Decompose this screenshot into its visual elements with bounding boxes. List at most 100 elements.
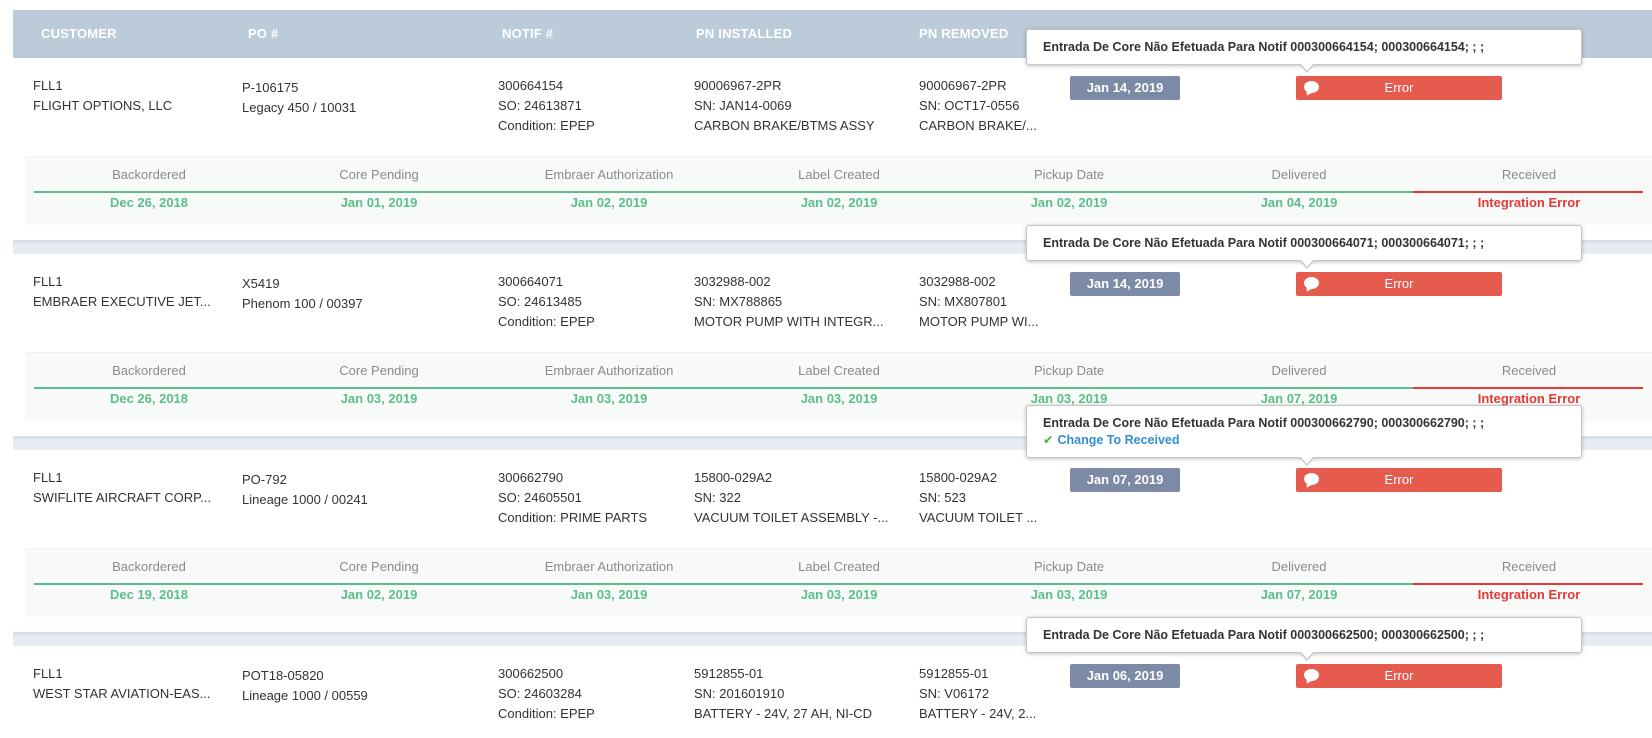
tooltip-message: Entrada De Core Não Efetuada Para Notif … [1043,416,1485,430]
customer-cell: FLL1 WEST STAR AVIATION-EAS... [33,664,223,704]
tooltip-message: Entrada De Core Não Efetuada Para Notif … [1043,236,1485,250]
notif-cell: 300664071 SO: 24613485 Condition: EPEP [498,272,683,332]
table-row[interactable]: FLL1 FLIGHT OPTIONS, LLC P-106175 Legacy 45… [0,58,1652,150]
installed-description: CARBON BRAKE/BTMS ASSY [694,118,875,133]
stage-date: Jan 03, 2019 [800,587,878,602]
stage-date: Dec 26, 2018 [109,391,189,406]
date-badge: Jan 14, 2019 [1070,272,1180,296]
table-row[interactable]: FLL1 EMBRAER EXECUTIVE JET... X5419 Phenom … [0,254,1652,346]
stage-date: Jan 03, 2019 [570,391,648,406]
timeline-track-complete [34,387,1413,389]
customer-code: FLL1 [33,470,63,485]
stage-label: Pickup Date [1033,559,1105,574]
po-cell: P-106175 Legacy 450 / 10031 [242,78,472,118]
column-header-pn-installed[interactable]: PN INSTALLED [696,10,792,58]
notif-number[interactable]: 300662790 [498,468,683,488]
stage-date: Jan 03, 2019 [570,587,648,602]
table-row[interactable]: FLL1 WEST STAR AVIATION-EAS... POT18-05820… [0,646,1652,738]
error-status-label: Error [1384,472,1414,487]
date-badge: Jan 07, 2019 [1070,468,1180,492]
customer-code: FLL1 [33,274,63,289]
comment-icon [1304,277,1319,289]
date-badge: Jan 06, 2019 [1070,664,1180,688]
installed-serial-number: SN: 322 [694,490,741,505]
timeline-track-error [1413,583,1643,585]
error-status-button[interactable]: Error [1296,468,1502,492]
error-status-button[interactable]: Error [1296,664,1502,688]
comment-icon [1304,473,1319,485]
error-status-button[interactable]: Error [1296,76,1502,100]
removed-description: BATTERY - 24V, 2... [919,706,1037,721]
timeline-track-error [1413,387,1643,389]
po-cell: X5419 Phenom 100 / 00397 [242,274,472,314]
stage-label: Label Created [798,363,880,378]
stage-label: Backordered [112,363,186,378]
installed-description: VACUUM TOILET ASSEMBLY -... [694,510,889,525]
removed-description: MOTOR PUMP WI... [919,314,1039,329]
sales-order: SO: 24603284 [498,686,582,701]
timeline-track-complete [34,583,1413,585]
stage-label: Backordered [112,167,186,182]
po-number[interactable]: X5419 [242,274,472,294]
error-status-label: Error [1384,276,1414,291]
column-header-customer[interactable]: CUSTOMER [41,10,117,58]
notif-number[interactable]: 300662500 [498,664,683,684]
po-number[interactable]: PO-792 [242,470,472,490]
table-row[interactable]: FLL1 SWIFLITE AIRCRAFT CORP... PO-792 Linea… [0,450,1652,542]
removed-part-number: 5912855-01 [919,666,989,681]
notif-cell: 300662500 SO: 24603284 Condition: EPEP [498,664,683,724]
stage-label: Core Pending [339,167,419,182]
notif-number[interactable]: 300664154 [498,76,683,96]
removed-serial-number: SN: OCT17-0556 [919,98,1020,113]
installed-part-number: 15800-029A2 [694,470,773,485]
customer-name: EMBRAER EXECUTIVE JET... [33,294,211,309]
error-status-button[interactable]: Error [1296,272,1502,296]
condition: Condition: EPEP [498,706,595,721]
tooltip-arrow [1299,456,1315,466]
notif-number[interactable]: 300664071 [498,272,683,292]
installed-part-number: 3032988-002 [694,274,771,289]
stage-date: Integration Error [1477,587,1581,602]
removed-serial-number: SN: MX807801 [919,294,1008,309]
customer-name: FLIGHT OPTIONS, LLC [33,98,173,113]
stage-date: Jan 02, 2019 [800,195,878,210]
customer-cell: FLL1 EMBRAER EXECUTIVE JET... [33,272,223,312]
stage-date: Jan 03, 2019 [1030,391,1108,406]
stage-label: Core Pending [339,559,419,574]
stage-label: Received [1501,559,1557,574]
po-number[interactable]: P-106175 [242,78,472,98]
removed-description: CARBON BRAKE/... [919,118,1037,133]
tooltip-arrow [1299,259,1315,269]
pn-installed-cell: 15800-029A2 SN: 322 VACUUM TOILET ASSEMBLY… [694,468,904,528]
column-header-pn-removed[interactable]: PN REMOVED [919,10,1008,58]
pn-removed-cell: 5912855-01 SN: V06172 BATTERY - 24V, 2... [919,664,1069,724]
installed-part-number: 90006967-2PR [694,78,782,93]
customer-code: FLL1 [33,78,63,93]
stage-label: Pickup Date [1033,167,1105,182]
aircraft-serial: Legacy 450 / 10031 [242,100,357,115]
stage-label: Label Created [798,559,880,574]
stage-date: Jan 04, 2019 [1260,195,1338,210]
aircraft-serial: Lineage 1000 / 00241 [242,492,368,507]
timeline-track-complete [34,191,1413,193]
installed-description: BATTERY - 24V, 27 AH, NI-CD [694,706,872,721]
error-tooltip: Entrada De Core Não Efetuada Para Notif … [1026,29,1582,73]
stage-date: Jan 02, 2019 [1030,195,1108,210]
stage-date: Dec 19, 2018 [109,587,189,602]
error-tooltip: Entrada De Core Não Efetuada Para Notif … [1026,617,1582,661]
error-status-label: Error [1384,80,1414,95]
stage-label: Embraer Authorization [544,167,674,182]
stage-date: Integration Error [1477,195,1581,210]
stage-label: Received [1501,167,1557,182]
error-tooltip: Entrada De Core Não Efetuada Para Notif … [1026,405,1582,466]
column-header-notif[interactable]: NOTIF # [502,10,553,58]
pn-removed-cell: 90006967-2PR SN: OCT17-0556 CARBON BRAKE/.… [919,76,1069,136]
tooltip-arrow [1299,651,1315,661]
column-header-po[interactable]: PO # [248,10,278,58]
stage-label: Backordered [112,559,186,574]
stage-label: Embraer Authorization [544,363,674,378]
notif-cell: 300664154 SO: 24613871 Condition: EPEP [498,76,683,136]
change-to-received-link[interactable]: ✔ Change To Received [1043,432,1565,447]
sales-order: SO: 24613871 [498,98,582,113]
po-number[interactable]: POT18-05820 [242,666,472,686]
